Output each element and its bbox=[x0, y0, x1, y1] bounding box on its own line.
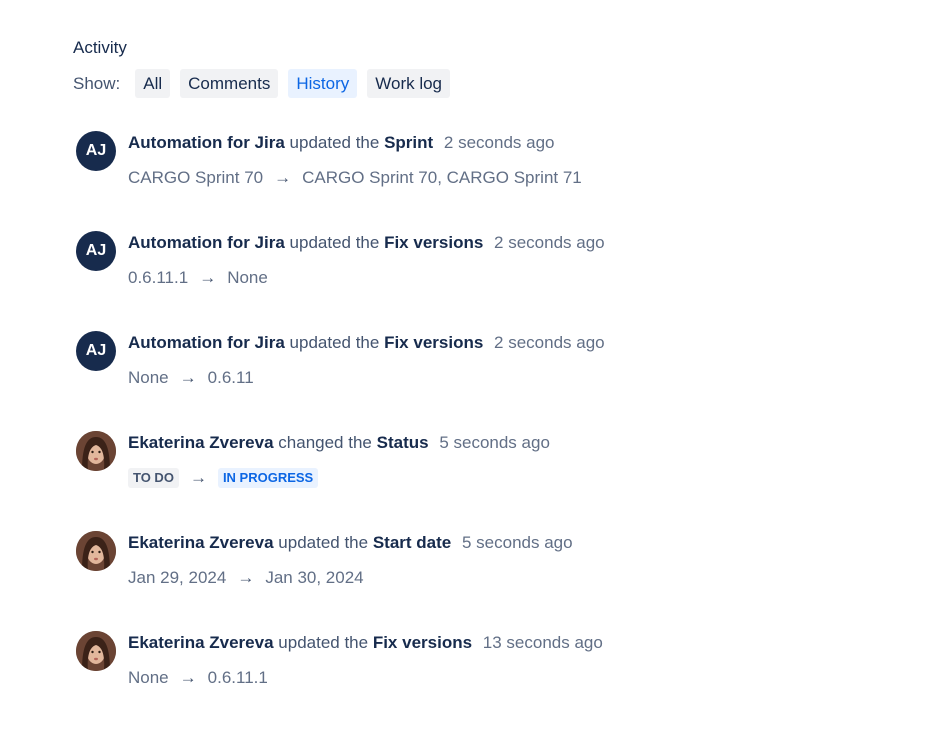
timestamp[interactable]: 13 seconds ago bbox=[483, 633, 603, 652]
user-photo-icon bbox=[76, 431, 116, 471]
field-name: Fix versions bbox=[384, 233, 484, 252]
actor-name[interactable]: Ekaterina Zvereva bbox=[128, 633, 274, 652]
entry-summary: Automation for Jira updated the Fix vers… bbox=[128, 233, 605, 253]
avatar-initials: AJ bbox=[85, 242, 107, 259]
entry-summary: Automation for Jira updated the Fix vers… bbox=[128, 333, 605, 353]
entry-change: 0.6.11.1 → None bbox=[128, 268, 268, 288]
field-name: Start date bbox=[372, 533, 452, 552]
action-text: updated the bbox=[289, 233, 380, 252]
avatar[interactable]: AJ bbox=[76, 231, 116, 271]
show-label: Show: bbox=[73, 73, 121, 93]
timestamp[interactable]: 2 seconds ago bbox=[494, 233, 605, 252]
field-name: Sprint bbox=[384, 133, 434, 152]
history-entry: Ekaterina Zvereva changed the Status 5 s… bbox=[76, 429, 876, 529]
arrow-right-icon: → bbox=[274, 168, 292, 187]
old-value: 0.6.11.1 bbox=[128, 268, 189, 287]
action-text: updated the bbox=[278, 533, 369, 552]
avatar[interactable]: AJ bbox=[76, 331, 116, 371]
status-lozenge-todo: TO DO bbox=[128, 468, 179, 488]
actor-name[interactable]: Automation for Jira bbox=[128, 333, 285, 352]
actor-name[interactable]: Automation for Jira bbox=[128, 133, 285, 152]
history-entry: Ekaterina Zvereva updated the Fix versio… bbox=[76, 629, 876, 729]
entry-change: CARGO Sprint 70 → CARGO Sprint 70, CARGO… bbox=[128, 168, 582, 188]
entry-summary: Ekaterina Zvereva updated the Fix versio… bbox=[128, 633, 603, 653]
arrow-right-icon: → bbox=[179, 668, 197, 687]
history-entry: AJ Automation for Jira updated the Sprin… bbox=[76, 129, 876, 229]
new-value: 0.6.11 bbox=[207, 368, 254, 387]
status-lozenge-in-progress: IN PROGRESS bbox=[217, 468, 319, 488]
history-entry: AJ Automation for Jira updated the Fix v… bbox=[76, 229, 876, 329]
action-text: changed the bbox=[278, 433, 372, 452]
user-photo-avatar[interactable] bbox=[76, 531, 116, 571]
filter-tab-all[interactable]: All bbox=[135, 69, 171, 98]
action-text: updated the bbox=[278, 633, 369, 652]
entry-summary: Ekaterina Zvereva changed the Status 5 s… bbox=[128, 433, 550, 453]
activity-title: Activity bbox=[73, 38, 127, 57]
avatar[interactable]: AJ bbox=[76, 131, 116, 171]
actor-name[interactable]: Automation for Jira bbox=[128, 233, 285, 252]
action-text: updated the bbox=[289, 333, 380, 352]
user-photo-avatar[interactable] bbox=[76, 631, 116, 671]
user-photo-icon bbox=[76, 531, 116, 571]
new-value: 0.6.11.1 bbox=[207, 668, 268, 687]
old-value: None bbox=[128, 668, 169, 687]
entry-change: TO DO → IN PROGRESS bbox=[128, 468, 319, 488]
arrow-right-icon: → bbox=[189, 468, 207, 487]
timestamp[interactable]: 5 seconds ago bbox=[462, 533, 573, 552]
actor-name[interactable]: Ekaterina Zvereva bbox=[128, 533, 274, 552]
entry-change: None → 0.6.11.1 bbox=[128, 668, 268, 688]
entry-summary: Ekaterina Zvereva updated the Start date… bbox=[128, 533, 573, 553]
history-feed: AJ Automation for Jira updated the Sprin… bbox=[76, 129, 876, 729]
timestamp[interactable]: 5 seconds ago bbox=[439, 433, 550, 452]
arrow-right-icon: → bbox=[199, 268, 217, 287]
old-value: None bbox=[128, 368, 169, 387]
activity-filter-bar: Show: All Comments History Work log bbox=[73, 69, 460, 98]
avatar-initials: AJ bbox=[85, 142, 107, 159]
entry-change: None → 0.6.11 bbox=[128, 368, 254, 388]
arrow-right-icon: → bbox=[237, 568, 255, 587]
new-value: None bbox=[227, 268, 268, 287]
action-text: updated the bbox=[289, 133, 380, 152]
old-value: CARGO Sprint 70 bbox=[128, 168, 264, 187]
filter-tab-work-log[interactable]: Work log bbox=[367, 69, 451, 98]
old-value: Jan 29, 2024 bbox=[128, 568, 227, 587]
arrow-right-icon: → bbox=[179, 368, 197, 387]
new-value: CARGO Sprint 70, CARGO Sprint 71 bbox=[302, 168, 582, 187]
new-value: Jan 30, 2024 bbox=[265, 568, 364, 587]
entry-summary: Automation for Jira updated the Sprint 2… bbox=[128, 133, 555, 153]
field-name: Status bbox=[376, 433, 429, 452]
timestamp[interactable]: 2 seconds ago bbox=[444, 133, 555, 152]
timestamp[interactable]: 2 seconds ago bbox=[494, 333, 605, 352]
filter-tab-comments[interactable]: Comments bbox=[180, 69, 279, 98]
entry-change: Jan 29, 2024 → Jan 30, 2024 bbox=[128, 568, 364, 588]
user-photo-icon bbox=[76, 631, 116, 671]
field-name: Fix versions bbox=[384, 333, 484, 352]
actor-name[interactable]: Ekaterina Zvereva bbox=[128, 433, 274, 452]
history-entry: Ekaterina Zvereva updated the Start date… bbox=[76, 529, 876, 629]
field-name: Fix versions bbox=[372, 633, 473, 652]
filter-tab-history[interactable]: History bbox=[288, 69, 358, 98]
history-entry: AJ Automation for Jira updated the Fix v… bbox=[76, 329, 876, 429]
user-photo-avatar[interactable] bbox=[76, 431, 116, 471]
avatar-initials: AJ bbox=[85, 342, 107, 359]
